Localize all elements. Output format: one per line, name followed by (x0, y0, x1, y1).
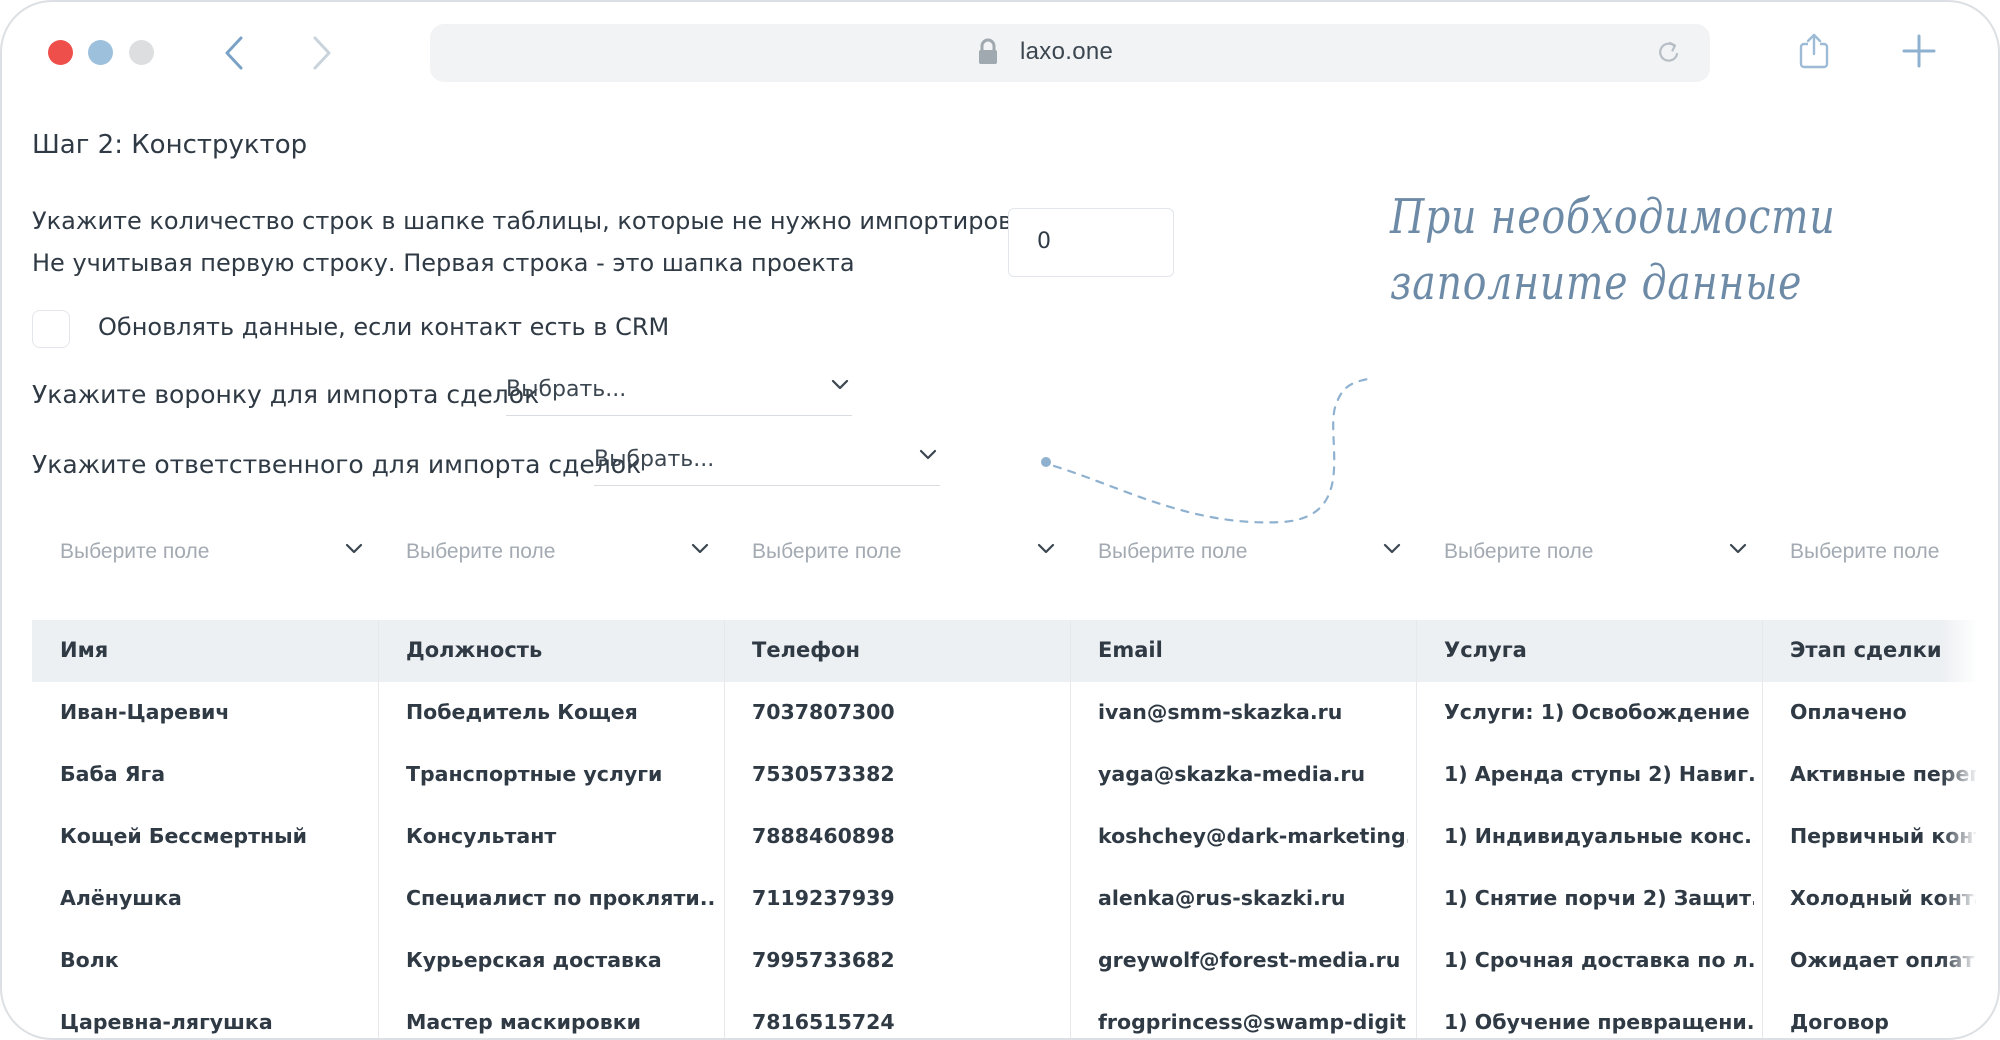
column-header-service: Услуга (1444, 638, 1527, 662)
table-cell: Волк (60, 948, 119, 972)
field-selector-placeholder: Выберите поле (1790, 540, 1940, 563)
field-selector-placeholder: Выберите поле (1098, 540, 1248, 563)
chevron-down-icon (345, 543, 363, 554)
table-cell: Царевна-лягушка (60, 1010, 273, 1034)
chevron-right-icon (313, 36, 331, 70)
update-contact-label[interactable]: Обновлять данные, если контакт есть в CR… (98, 313, 669, 341)
reload-icon[interactable] (1656, 38, 1682, 66)
field-selector-3[interactable]: Выберите поле (752, 534, 1056, 574)
forward-button[interactable] (302, 32, 342, 74)
table-cell: Транспортные услуги (406, 762, 663, 786)
zoom-window-button[interactable] (129, 40, 154, 65)
table-cell: Специалист по прокляти... (406, 886, 716, 910)
table-overflow-fade (1942, 620, 1976, 1038)
lock-icon (979, 38, 997, 64)
table-cell: 7530573382 (752, 762, 895, 786)
column-divider (724, 620, 725, 1038)
table-cell: Услуги: 1) Освобождение ... (1444, 700, 1754, 724)
field-selector-placeholder: Выберите поле (406, 540, 556, 563)
table-cell: 7037807300 (752, 700, 895, 724)
column-divider (378, 620, 379, 1038)
field-selector-4[interactable]: Выберите поле (1098, 534, 1402, 574)
table-cell: Мастер маскировки (406, 1010, 642, 1034)
table-cell: Курьерская доставка (406, 948, 662, 972)
close-window-button[interactable] (48, 40, 73, 65)
dashed-arrow-icon (1041, 376, 1374, 524)
address-bar[interactable]: laxo.one (430, 24, 1710, 82)
browser-toolbar: laxo.one (2, 2, 1998, 102)
table-cell: Кощей Бессмертный (60, 824, 308, 848)
minimize-window-button[interactable] (88, 40, 113, 65)
responsible-select-value: Выбрать... (594, 447, 715, 472)
chevron-down-icon (691, 543, 709, 554)
table-cell: 7888460898 (752, 824, 895, 848)
table-cell: koshchey@dark-marketing... (1098, 824, 1408, 848)
table-cell: 7995733682 (752, 948, 895, 972)
note-line-2: заполните данные (1390, 255, 1803, 311)
chevron-down-icon (831, 379, 849, 390)
field-selector-1[interactable]: Выберите поле (60, 534, 364, 574)
column-divider (1416, 620, 1417, 1038)
funnel-select[interactable]: Выбрать... (506, 370, 852, 416)
handwritten-note: При необходимости заполните данные (1390, 184, 1849, 316)
chevron-down-icon (919, 449, 937, 460)
preview-table: Имя Должность Телефон Email Услуга Этап … (32, 620, 1976, 1038)
responsible-label: Укажите ответственного для импорта сдело… (32, 450, 642, 479)
table-cell: Победитель Кощея (406, 700, 638, 724)
table-cell: 1) Индивидуальные конс... (1444, 824, 1754, 848)
url-text: laxo.one (1020, 38, 1114, 65)
column-header-email: Email (1098, 638, 1163, 662)
header-rows-input[interactable]: 0 (1008, 208, 1174, 277)
table-cell: 1) Срочная доставка по л... (1444, 948, 1754, 972)
column-header-deal-stage: Этап сделки (1790, 638, 1942, 662)
rows-instruction: Укажите количество строк в шапке таблицы… (32, 207, 1056, 235)
column-header-name: Имя (60, 638, 109, 662)
browser-window: laxo.one Шаг 2: Конструктор Укажите коли… (0, 0, 2000, 1040)
chevron-left-icon (225, 36, 243, 70)
responsible-select[interactable]: Выбрать... (594, 440, 940, 486)
table-cell: greywolf@forest-media.ru (1098, 948, 1401, 972)
chevron-down-icon (1383, 543, 1401, 554)
table-cell: Баба Яга (60, 762, 166, 786)
table-cell: 7119237939 (752, 886, 895, 910)
table-cell: 1) Снятие порчи 2) Защит... (1444, 886, 1754, 910)
column-header-position: Должность (406, 638, 543, 662)
column-header-phone: Телефон (752, 638, 860, 662)
share-icon[interactable] (1798, 32, 1830, 70)
funnel-select-value: Выбрать... (506, 377, 627, 402)
table-cell: yaga@skazka-media.ru (1098, 762, 1366, 786)
back-button[interactable] (214, 32, 254, 74)
step-title: Шаг 2: Конструктор (32, 130, 308, 160)
field-selector-placeholder: Выберите поле (1444, 540, 1594, 563)
table-cell: frogprincess@swamp-digit... (1098, 1010, 1408, 1034)
table-cell: Иван-Царевич (60, 700, 230, 724)
funnel-label: Укажите воронку для импорта сделок (32, 380, 540, 409)
column-divider (1762, 620, 1763, 1038)
column-divider (1070, 620, 1071, 1038)
table-cell: Алёнушка (60, 886, 182, 910)
table-cell: Консультант (406, 824, 557, 848)
field-selector-2[interactable]: Выберите поле (406, 534, 710, 574)
table-cell: 1) Аренда ступы 2) Навиг... (1444, 762, 1754, 786)
page-content: Шаг 2: Конструктор Укажите количество ст… (2, 102, 1998, 1038)
field-selector-6[interactable]: Выберите поле (1790, 534, 1970, 574)
table-cell: 7816515724 (752, 1010, 895, 1034)
chevron-down-icon (1037, 543, 1055, 554)
table-cell: alenka@rus-skazki.ru (1098, 886, 1346, 910)
update-contact-checkbox[interactable] (32, 310, 70, 348)
note-line-1: При необходимости (1390, 189, 1836, 245)
rows-hint: Не учитывая первую строку. Первая строка… (32, 249, 855, 277)
chevron-down-icon (1729, 543, 1747, 554)
field-selector-5[interactable]: Выберите поле (1444, 534, 1748, 574)
field-selector-placeholder: Выберите поле (752, 540, 902, 563)
table-header (32, 620, 1976, 682)
new-tab-icon[interactable] (1902, 34, 1936, 68)
field-selector-placeholder: Выберите поле (60, 540, 210, 563)
table-cell: 1) Обучение превращени... (1444, 1010, 1754, 1034)
table-cell: ivan@smm-skazka.ru (1098, 700, 1343, 724)
